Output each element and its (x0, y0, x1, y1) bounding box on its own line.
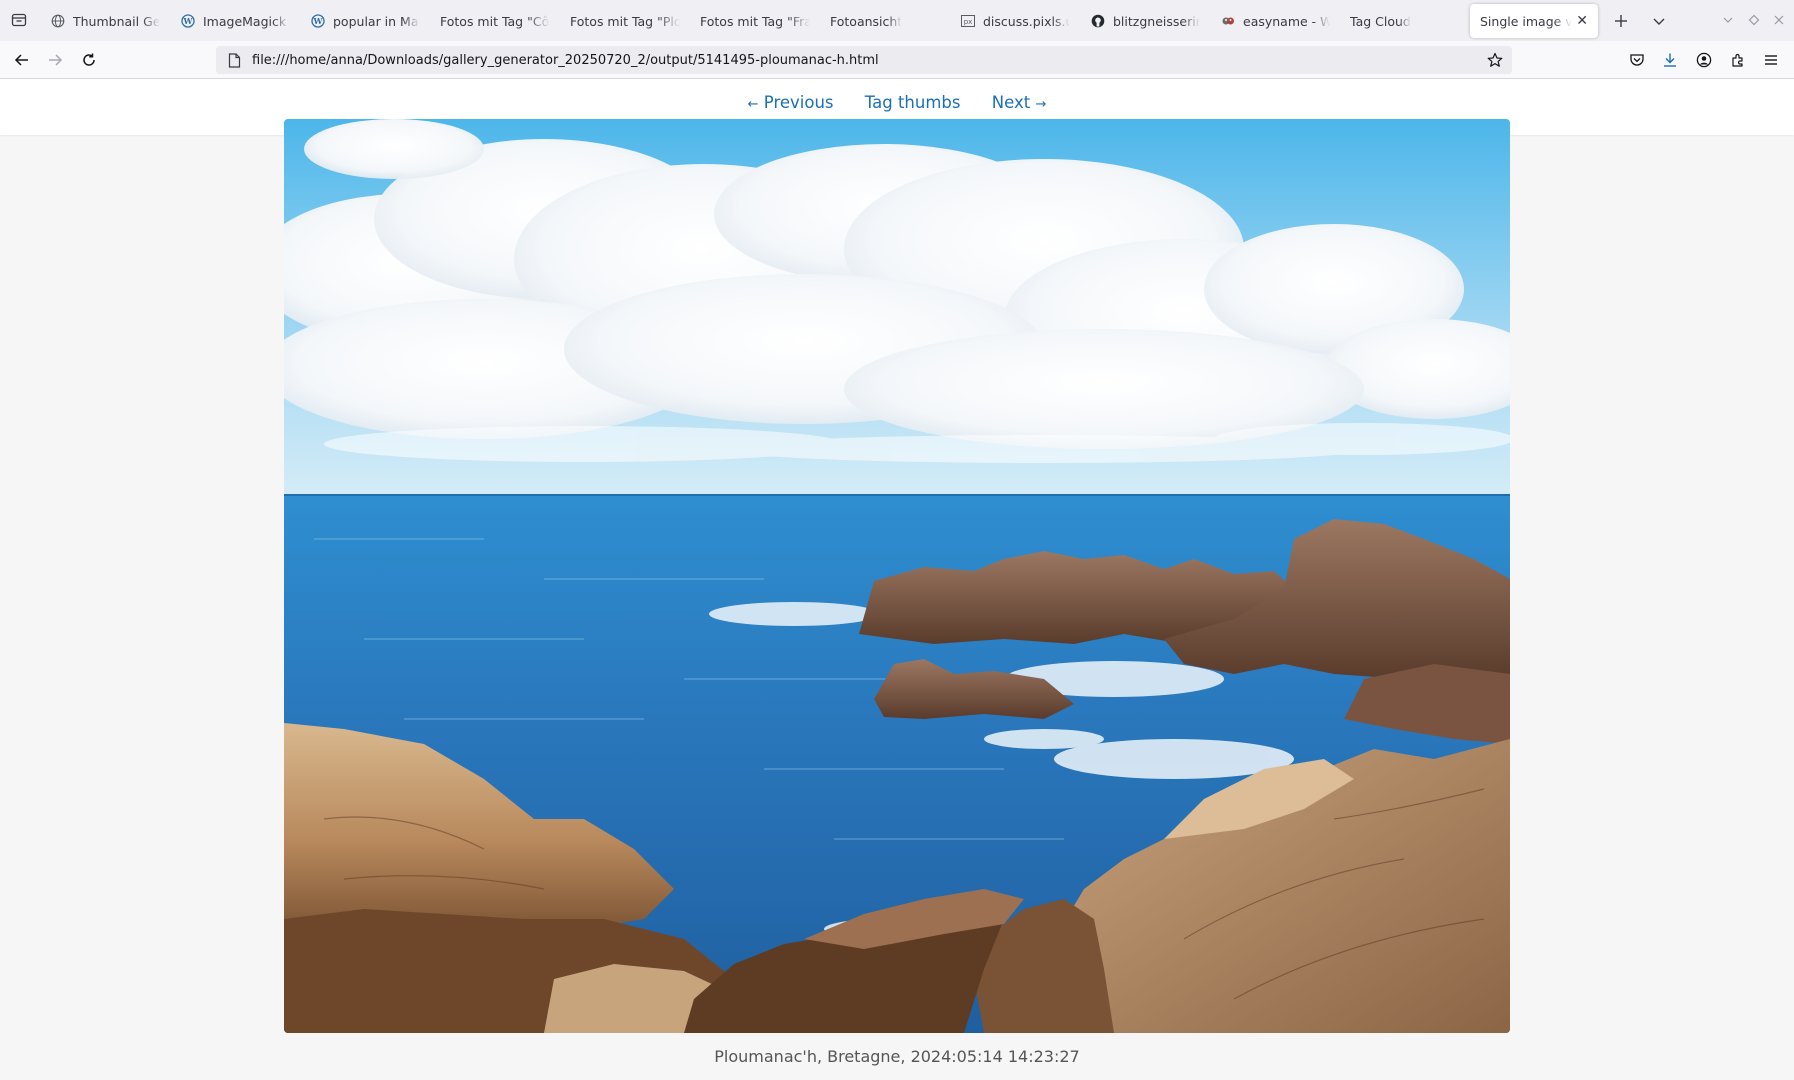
minimize-icon[interactable] (1720, 12, 1736, 28)
tag-thumbs-link[interactable]: Tag thumbs (865, 93, 961, 112)
tab-label: Single image vie (1480, 13, 1573, 29)
reload-icon[interactable] (77, 48, 101, 72)
left-arrow-icon: ← (747, 97, 759, 112)
tab-fotos-fran[interactable]: Fotos mit Tag "Fran (690, 4, 820, 38)
tab-label: Tag Cloud (1350, 13, 1411, 29)
svg-text:W: W (183, 16, 194, 26)
next-link[interactable]: Next → (992, 93, 1047, 112)
tab-fotoansicht[interactable]: Fotoansicht (820, 4, 950, 38)
tab-label: easyname - We (1243, 13, 1330, 29)
gallery-photo[interactable] (284, 119, 1510, 1033)
tab-label: Fotos mit Tag "Fran (700, 13, 810, 29)
tab-list-chevron-icon[interactable] (1647, 9, 1671, 33)
wordpress-icon: W (310, 13, 326, 29)
tab-easyname[interactable]: easyname - We (1210, 4, 1340, 38)
account-icon[interactable] (1693, 49, 1715, 71)
tab-thumbnail-gen[interactable]: Thumbnail Gen (40, 4, 170, 38)
forward-arrow-icon[interactable] (43, 48, 67, 72)
easyname-icon (1220, 13, 1236, 29)
previous-label: Previous (763, 93, 834, 112)
bookmark-star-icon[interactable] (1486, 51, 1504, 69)
pocket-icon[interactable] (1626, 49, 1648, 71)
close-tab-icon[interactable]: ✕ (1576, 13, 1588, 29)
back-arrow-icon[interactable] (10, 48, 34, 72)
tab-single-image-view[interactable]: Single image vie ✕ (1470, 4, 1598, 38)
address-bar[interactable]: file:///home/anna/Downloads/gallery_gene… (216, 46, 1512, 74)
new-tab-button[interactable] (1609, 9, 1633, 33)
svg-text:px: px (964, 18, 973, 26)
url-text[interactable]: file:///home/anna/Downloads/gallery_gene… (252, 53, 879, 68)
tab-popular-in-may[interactable]: W popular in May (300, 4, 430, 38)
svg-text:W: W (313, 16, 324, 26)
tab-github[interactable]: blitzgneisserin/ (1080, 4, 1210, 38)
menu-hamburger-icon[interactable] (1760, 49, 1782, 71)
tab-label: Fotos mit Tag "Côt (440, 13, 550, 29)
coastal-landscape-image (284, 119, 1510, 1033)
close-window-icon[interactable] (1771, 12, 1787, 28)
photo-caption: Ploumanac'h, Bretagne, 2024:05:14 14:23:… (714, 1047, 1080, 1066)
tab-label: discuss.pixls.us (983, 13, 1070, 29)
tab-list: Thumbnail Gen W ImageMagick E W popular … (40, 4, 1598, 38)
tab-fotos-cote[interactable]: Fotos mit Tag "Côt (430, 4, 560, 38)
wordpress-icon: W (180, 13, 196, 29)
tab-label: Thumbnail Gen (73, 13, 160, 29)
tab-label: blitzgneisserin/ (1113, 13, 1200, 29)
tab-discuss-pixls[interactable]: px discuss.pixls.us (950, 4, 1080, 38)
page-icon (226, 52, 242, 68)
next-label: Next (991, 93, 1031, 112)
firefox-view-icon[interactable] (8, 9, 30, 31)
downloads-icon[interactable] (1659, 49, 1681, 71)
page-content: ← Previous Tag thumbs Next → Ploumanac'h… (0, 79, 1794, 1080)
tab-tag-cloud[interactable]: Tag Cloud (1340, 4, 1470, 38)
navigation-toolbar: file:///home/anna/Downloads/gallery_gene… (0, 41, 1794, 79)
tab-imagemagick[interactable]: W ImageMagick E (170, 4, 300, 38)
globe-icon (50, 13, 66, 29)
tab-label: Fotoansicht (830, 13, 903, 29)
right-arrow-icon: → (1035, 97, 1047, 112)
pixls-icon: px (960, 13, 976, 29)
gallery-pager: ← Previous Tag thumbs Next → (0, 93, 1794, 112)
tab-label: ImageMagick E (203, 13, 290, 29)
tab-fotos-plo[interactable]: Fotos mit Tag "Plo (560, 4, 690, 38)
maximize-icon[interactable] (1746, 12, 1762, 28)
previous-link[interactable]: ← Previous (748, 93, 834, 112)
github-icon (1090, 13, 1106, 29)
tab-strip: Thumbnail Gen W ImageMagick E W popular … (0, 0, 1794, 41)
tab-label: popular in May (333, 13, 420, 29)
tab-label: Fotos mit Tag "Plo (570, 13, 680, 29)
extensions-icon[interactable] (1727, 49, 1749, 71)
